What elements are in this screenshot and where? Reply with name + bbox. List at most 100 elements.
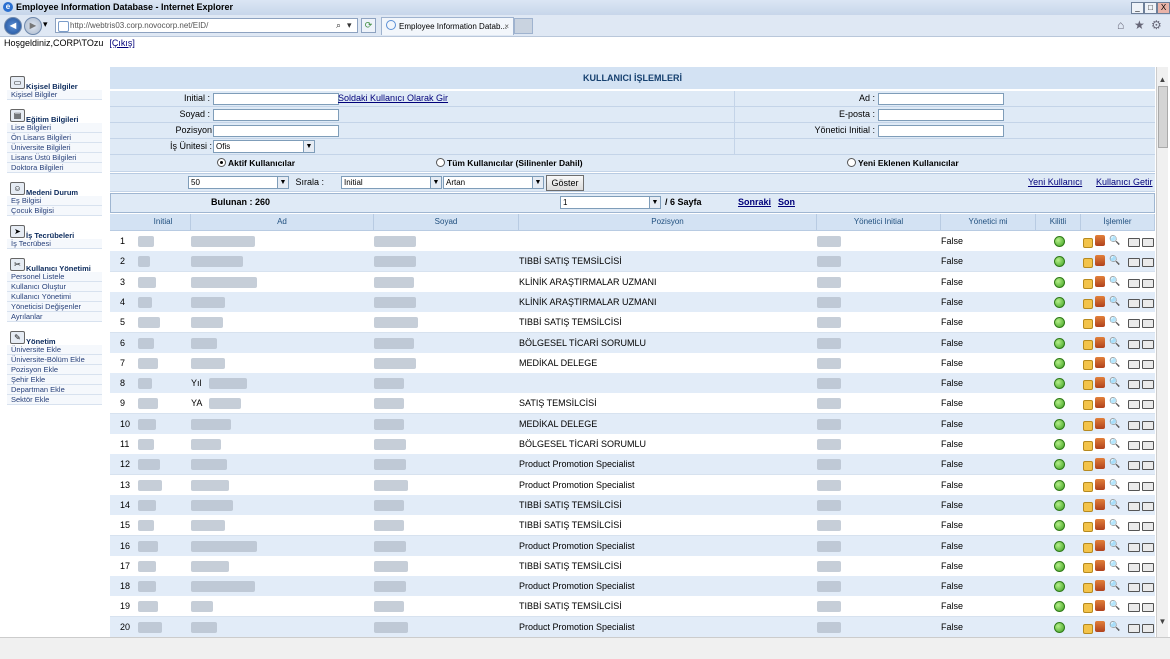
- lock-icon[interactable]: [1083, 400, 1093, 411]
- table-row[interactable]: 2 TIBBİ SATIŞ TEMSİLCİSİ False 🔍: [110, 251, 1155, 273]
- table-row[interactable]: 3 KLİNİK ARAŞTIRMALAR UZMANI False 🔍: [110, 271, 1155, 293]
- table-row[interactable]: 6 BÖLGESEL TİCARİ SORUMLU False 🔍: [110, 332, 1155, 354]
- sort-direction-select[interactable]: Artan ▼: [443, 176, 544, 189]
- edit-user-icon[interactable]: [1095, 295, 1105, 307]
- print-icon[interactable]: [1142, 542, 1154, 552]
- table-row[interactable]: 18 Product Promotion Specialist False 🔍: [110, 576, 1155, 598]
- yonetici-initial-input[interactable]: [878, 125, 1004, 137]
- print-icon[interactable]: [1128, 258, 1140, 268]
- lock-icon[interactable]: [1083, 319, 1093, 330]
- sidebar-item[interactable]: Ön Lisans Bilgileri: [7, 133, 102, 143]
- minimize-button[interactable]: _: [1131, 2, 1144, 14]
- logout-link[interactable]: [Çıkış]: [109, 38, 135, 48]
- table-row[interactable]: 7 MEDİKAL DELEGE False 🔍: [110, 352, 1155, 374]
- search-icon[interactable]: 🔍: [1109, 418, 1120, 429]
- edit-user-icon[interactable]: [1095, 458, 1105, 470]
- show-button[interactable]: Göster: [546, 175, 584, 191]
- sidebar-item[interactable]: Sektör Ekle: [7, 395, 102, 405]
- print-icon[interactable]: [1142, 583, 1154, 593]
- column-header-ad[interactable]: Ad: [191, 214, 374, 230]
- new-user-link[interactable]: Yeni Kullanıcı: [1028, 175, 1082, 190]
- radio-all-users[interactable]: Tüm Kullanıcılar (Silinenler Dahil): [436, 158, 583, 168]
- print-icon[interactable]: [1128, 623, 1140, 633]
- column-header-pozisyon[interactable]: Pozisyon: [519, 214, 817, 230]
- lock-icon[interactable]: [1083, 542, 1093, 553]
- print-icon[interactable]: [1142, 420, 1154, 430]
- sidebar-item[interactable]: Kullanıcı Oluştur: [7, 282, 102, 292]
- sidebar-item[interactable]: Şehir Ekle: [7, 375, 102, 385]
- table-row[interactable]: 14 TIBBİ SATIŞ TEMSİLCİSİ False 🔍: [110, 494, 1155, 516]
- search-icon[interactable]: 🔍: [1109, 438, 1120, 449]
- edit-user-icon[interactable]: [1095, 539, 1105, 551]
- sidebar-item[interactable]: Çocuk Bilgisi: [7, 206, 102, 216]
- search-icon[interactable]: ⌕: [336, 19, 341, 32]
- search-icon[interactable]: 🔍: [1109, 337, 1120, 348]
- sidebar-item[interactable]: Ayrılanlar: [7, 312, 102, 322]
- radio-active-users[interactable]: Aktif Kullanıcılar: [217, 158, 295, 168]
- edit-user-icon[interactable]: [1095, 519, 1105, 531]
- lock-icon[interactable]: [1083, 603, 1093, 614]
- sidebar-item[interactable]: Yöneticisi Değişenler: [7, 302, 102, 312]
- search-icon[interactable]: 🔍: [1109, 316, 1120, 327]
- edit-user-icon[interactable]: [1095, 356, 1105, 368]
- lock-icon[interactable]: [1083, 359, 1093, 370]
- lock-icon[interactable]: [1083, 583, 1093, 594]
- search-icon[interactable]: 🔍: [1109, 397, 1120, 408]
- favorites-icon[interactable]: ★: [1134, 18, 1145, 32]
- print-icon[interactable]: [1128, 522, 1140, 532]
- next-page-link[interactable]: Sonraki: [738, 197, 771, 207]
- sidebar-item[interactable]: Eş Bilgisi: [7, 196, 102, 206]
- sidebar-item[interactable]: Lise Bilgileri: [7, 123, 102, 133]
- print-icon[interactable]: [1128, 400, 1140, 410]
- search-icon[interactable]: 🔍: [1109, 580, 1120, 591]
- lock-icon[interactable]: [1083, 278, 1093, 289]
- search-icon[interactable]: 🔍: [1109, 377, 1120, 388]
- print-icon[interactable]: [1128, 339, 1140, 349]
- print-icon[interactable]: [1142, 603, 1154, 613]
- page-size-select[interactable]: 50 ▼: [188, 176, 289, 189]
- browser-tab[interactable]: Employee Information Datab... ×: [381, 17, 514, 35]
- lock-icon[interactable]: [1083, 501, 1093, 512]
- search-icon[interactable]: 🔍: [1109, 479, 1120, 490]
- lock-icon[interactable]: [1083, 481, 1093, 492]
- edit-user-icon[interactable]: [1095, 559, 1105, 571]
- print-icon[interactable]: [1128, 359, 1140, 369]
- lock-icon[interactable]: [1083, 420, 1093, 431]
- vertical-scrollbar[interactable]: ▲ ▼: [1156, 67, 1168, 637]
- edit-user-icon[interactable]: [1095, 275, 1105, 287]
- address-dropdown-icon[interactable]: ▾: [347, 19, 352, 32]
- edit-user-icon[interactable]: [1095, 235, 1105, 246]
- edit-user-icon[interactable]: [1095, 620, 1105, 632]
- lock-icon[interactable]: [1083, 238, 1093, 248]
- print-icon[interactable]: [1128, 278, 1140, 288]
- edit-user-icon[interactable]: [1095, 580, 1105, 592]
- lock-icon[interactable]: [1083, 441, 1093, 451]
- search-icon[interactable]: 🔍: [1109, 600, 1120, 611]
- sidebar-item[interactable]: Lisans Üstü Bilgileri: [7, 153, 102, 163]
- table-row[interactable]: 8 Yıl False 🔍: [110, 373, 1155, 395]
- print-icon[interactable]: [1128, 501, 1140, 511]
- column-header-kilitli[interactable]: Kilitli: [1036, 214, 1081, 230]
- table-row[interactable]: 5 TIBBİ SATIŞ TEMSİLCİSİ False 🔍: [110, 312, 1155, 334]
- scroll-down-icon[interactable]: ▼: [1157, 617, 1168, 626]
- table-row[interactable]: 15 TIBBİ SATIŞ TEMSİLCİSİ False 🔍: [110, 515, 1155, 537]
- print-icon[interactable]: [1142, 522, 1154, 532]
- print-icon[interactable]: [1142, 258, 1154, 268]
- lock-icon[interactable]: [1083, 522, 1093, 533]
- table-row[interactable]: 12 Product Promotion Specialist False 🔍: [110, 454, 1155, 476]
- edit-user-icon[interactable]: [1095, 336, 1105, 348]
- column-header-soyad[interactable]: Soyad: [374, 214, 519, 230]
- lock-icon[interactable]: [1083, 380, 1093, 391]
- page-select[interactable]: 1 ▼: [560, 196, 661, 209]
- lock-icon[interactable]: [1083, 339, 1093, 350]
- print-icon[interactable]: [1128, 298, 1140, 308]
- table-row[interactable]: 13 Product Promotion Specialist False 🔍: [110, 474, 1155, 496]
- soyad-input[interactable]: [213, 109, 339, 121]
- search-icon[interactable]: 🔍: [1109, 255, 1120, 266]
- forward-button[interactable]: ►: [24, 17, 42, 35]
- sidebar-item[interactable]: Departman Ekle: [7, 385, 102, 395]
- column-header-initial[interactable]: Initial: [136, 214, 191, 230]
- print-icon[interactable]: [1142, 501, 1154, 511]
- sidebar-item[interactable]: Personel Listele: [7, 272, 102, 282]
- table-row[interactable]: 17 TIBBİ SATIŞ TEMSİLCİSİ False 🔍: [110, 555, 1155, 577]
